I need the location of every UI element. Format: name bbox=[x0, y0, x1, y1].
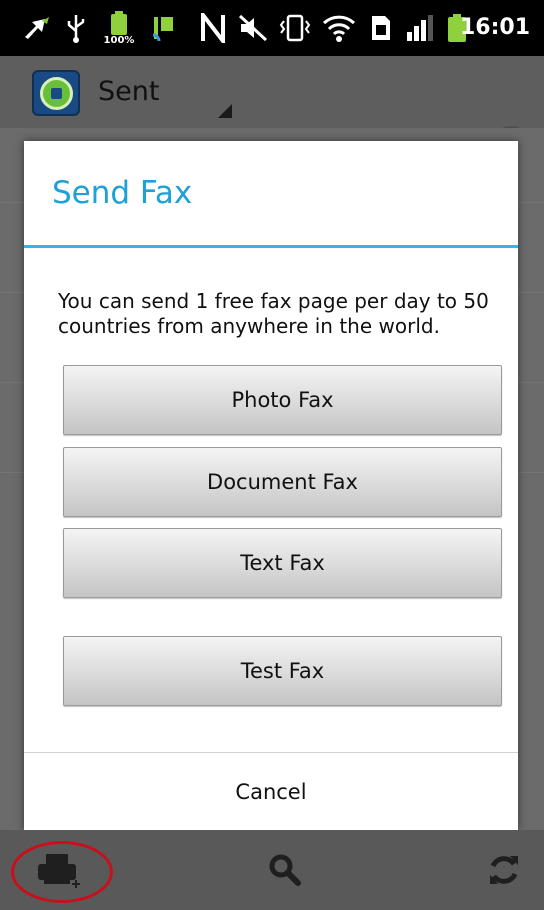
folder-title[interactable]: Sent bbox=[98, 76, 159, 107]
app-logo-icon[interactable] bbox=[32, 70, 80, 116]
battery-level-label: 100% bbox=[103, 34, 135, 46]
dialog-message: You can send 1 free fax page per day to … bbox=[58, 289, 489, 338]
antenna-icon bbox=[150, 10, 178, 46]
action-bar: Sent 3 bbox=[0, 56, 544, 178]
document-fax-button[interactable]: Document Fax bbox=[63, 447, 502, 517]
mute-icon bbox=[236, 10, 270, 46]
dialog-title-divider bbox=[24, 245, 518, 248]
vibrate-icon bbox=[276, 10, 314, 46]
sync-arrows-icon bbox=[20, 10, 54, 46]
search-icon[interactable] bbox=[255, 830, 315, 910]
highlight-annotation-ring bbox=[11, 841, 113, 903]
usb-icon bbox=[64, 10, 88, 46]
test-fax-button[interactable]: Test Fax bbox=[63, 636, 502, 706]
cancel-button[interactable]: Cancel bbox=[24, 753, 518, 830]
folder-dropdown-indicator[interactable] bbox=[218, 104, 232, 118]
photo-fax-button[interactable]: Photo Fax bbox=[63, 365, 502, 435]
dialog-title: Send Fax bbox=[52, 175, 193, 211]
nfc-icon bbox=[198, 10, 228, 46]
clock: 16:01 bbox=[459, 15, 530, 40]
text-fax-button[interactable]: Text Fax bbox=[63, 528, 502, 598]
signal-strength-icon bbox=[404, 10, 436, 46]
status-bar: 100% 16:01 bbox=[0, 0, 544, 56]
refresh-icon[interactable] bbox=[474, 830, 534, 910]
wifi-icon bbox=[320, 10, 358, 46]
sim-card-icon bbox=[368, 10, 394, 46]
battery-full-icon: 100% bbox=[100, 10, 138, 46]
send-fax-dialog: Send Fax You can send 1 free fax page pe… bbox=[24, 141, 518, 830]
